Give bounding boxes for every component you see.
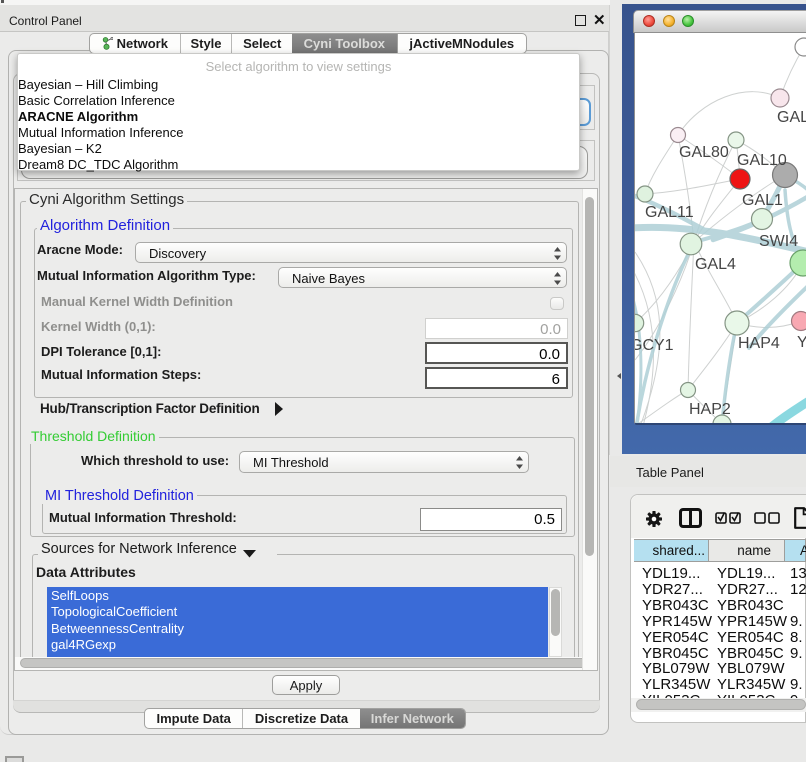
svg-text:GAL1: GAL1 bbox=[742, 192, 783, 209]
svg-text:GCY1: GCY1 bbox=[635, 337, 674, 354]
svg-text:GAL10: GAL10 bbox=[737, 152, 787, 169]
svg-text:SWI4: SWI4 bbox=[759, 233, 798, 250]
svg-text:GAL11: GAL11 bbox=[645, 204, 694, 221]
svg-text:GAL2: GAL2 bbox=[777, 109, 806, 126]
svg-text:GAL80: GAL80 bbox=[679, 144, 729, 161]
svg-text:HAP4: HAP4 bbox=[738, 335, 780, 352]
svg-text:HAP2: HAP2 bbox=[689, 401, 731, 418]
svg-text:GAL4: GAL4 bbox=[695, 256, 736, 273]
svg-text:Y: Y bbox=[797, 334, 806, 351]
